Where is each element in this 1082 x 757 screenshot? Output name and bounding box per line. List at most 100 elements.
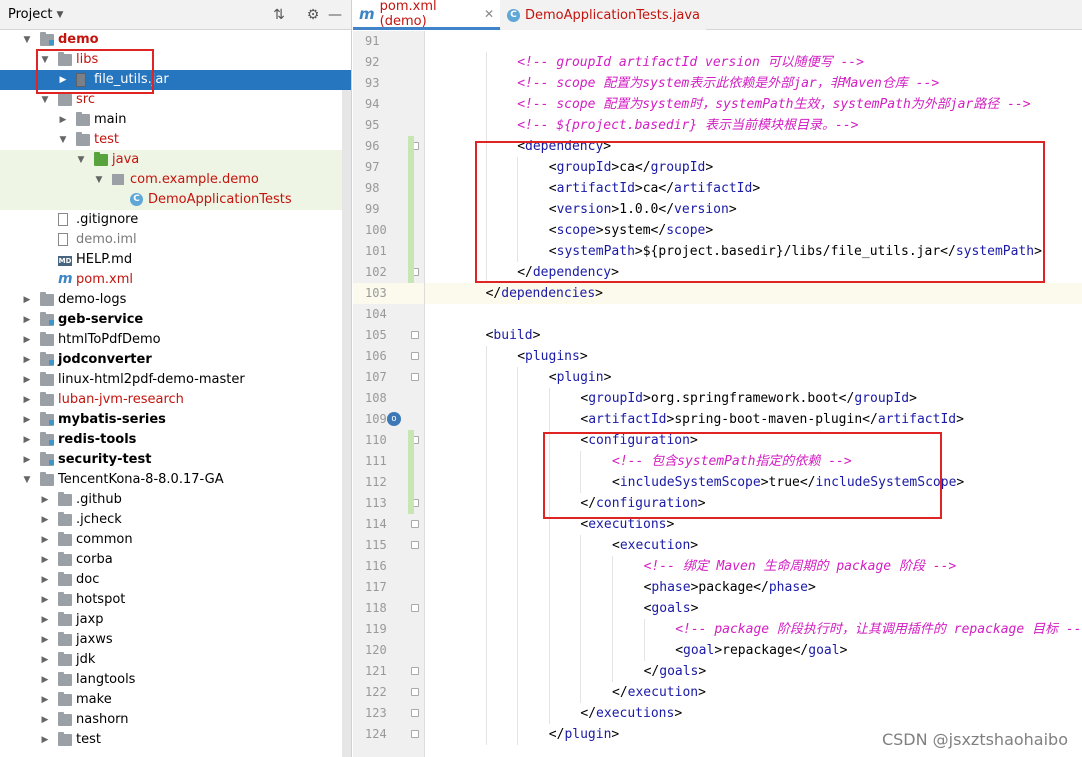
gutter-line[interactable]: 121 [353, 661, 424, 682]
tree-item[interactable]: ▶ common [0, 530, 351, 550]
tree-item[interactable]: ▶ doc [0, 570, 351, 590]
code-line[interactable]: <configuration> [425, 430, 1082, 451]
chevron-right-icon[interactable]: ▶ [39, 530, 51, 550]
chevron-right-icon[interactable]: ▶ [39, 670, 51, 690]
code-line[interactable]: <groupId>ca</groupId> [425, 157, 1082, 178]
code-editor[interactable]: <!-- groupId artifactId version 可以随便写 --… [425, 31, 1082, 757]
chevron-right-icon[interactable]: ▶ [39, 510, 51, 530]
tree-item[interactable]: m pom.xml [0, 270, 351, 290]
gutter-line[interactable]: 92 [353, 52, 424, 73]
tree-item[interactable]: ▼ java [0, 150, 351, 170]
tree-item[interactable]: ▶ mybatis-series [0, 410, 351, 430]
chevron-right-icon[interactable]: ▶ [21, 330, 33, 350]
code-line[interactable] [425, 31, 1082, 52]
code-line[interactable]: </execution> [425, 682, 1082, 703]
tree-item[interactable]: ▶ jodconverter [0, 350, 351, 370]
chevron-right-icon[interactable]: ▶ [21, 310, 33, 330]
tree-item[interactable]: .gitignore [0, 210, 351, 230]
tab-pom-xml[interactable]: m pom.xml (demo) ✕ [353, 0, 500, 30]
tree-item[interactable]: ▶ make [0, 690, 351, 710]
fold-toggle-icon[interactable] [411, 604, 419, 612]
gutter-line[interactable]: 107 [353, 367, 424, 388]
tree-item[interactable]: ▼ test [0, 130, 351, 150]
code-line[interactable]: </executions> [425, 703, 1082, 724]
tree-item[interactable]: ▼ TencentKona-8-8.0.17-GA [0, 470, 351, 490]
chevron-down-icon[interactable]: ▼ [21, 30, 33, 50]
code-line[interactable]: <!-- scope 配置为system表示此依赖是外部jar，非Maven仓库… [425, 73, 1082, 94]
tree-item[interactable]: ▶ demo-logs [0, 290, 351, 310]
code-line[interactable]: <!-- 包含systemPath指定的依赖 --> [425, 451, 1082, 472]
project-view-selector[interactable]: Project ▼ [8, 7, 63, 22]
code-line[interactable]: </dependencies> [425, 283, 1082, 304]
fold-toggle-icon[interactable] [411, 688, 419, 696]
code-line[interactable]: <!-- ${project.basedir} 表示当前模块根目录。--> [425, 115, 1082, 136]
gutter-line[interactable]: 123 [353, 703, 424, 724]
tree-item[interactable]: ▶ geb-service [0, 310, 351, 330]
tree-item[interactable]: ▶ langtools [0, 670, 351, 690]
tree-item[interactable]: ▶ jaxp [0, 610, 351, 630]
project-tree-scrollbar[interactable] [342, 90, 351, 757]
chevron-right-icon[interactable]: ▶ [39, 550, 51, 570]
code-line[interactable]: <plugins> [425, 346, 1082, 367]
chevron-right-icon[interactable]: ▶ [21, 410, 33, 430]
gutter-line[interactable]: 122 [353, 682, 424, 703]
chevron-right-icon[interactable]: ▶ [39, 650, 51, 670]
code-line[interactable]: <!-- package 阶段执行时，让其调用插件的 repackage 目标 … [425, 619, 1082, 640]
gear-icon[interactable]: ⚙ [304, 6, 322, 24]
code-line[interactable]: <groupId>org.springframework.boot</group… [425, 388, 1082, 409]
gutter-line[interactable]: 116 [353, 556, 424, 577]
code-line[interactable]: <executions> [425, 514, 1082, 535]
code-line[interactable]: </dependency> [425, 262, 1082, 283]
gutter-line[interactable]: 108 [353, 388, 424, 409]
chevron-down-icon[interactable]: ▼ [93, 170, 105, 190]
chevron-right-icon[interactable]: ▶ [39, 570, 51, 590]
fold-toggle-icon[interactable] [411, 541, 419, 549]
chevron-right-icon[interactable]: ▶ [39, 690, 51, 710]
tree-item[interactable]: ▶ test [0, 730, 351, 750]
code-line[interactable]: </configuration> [425, 493, 1082, 514]
fold-toggle-icon[interactable] [411, 352, 419, 360]
tree-item[interactable]: demo.iml [0, 230, 351, 250]
chevron-right-icon[interactable]: ▶ [57, 70, 69, 90]
code-line[interactable]: <!-- scope 配置为system时，systemPath生效，syste… [425, 94, 1082, 115]
code-line[interactable]: </goals> [425, 661, 1082, 682]
close-icon[interactable]: ✕ [484, 7, 494, 21]
code-line[interactable]: <plugin> [425, 367, 1082, 388]
tree-item[interactable]: ▶ linux-html2pdf-demo-master [0, 370, 351, 390]
tree-item[interactable]: ▶ redis-tools [0, 430, 351, 450]
tree-item[interactable]: C DemoApplicationTests [0, 190, 351, 210]
chevron-right-icon[interactable]: ▶ [39, 630, 51, 650]
tree-item[interactable]: ▶ file_utils.jar [0, 70, 351, 90]
gutter-line[interactable]: 106 [353, 346, 424, 367]
code-line[interactable]: <goal>repackage</goal> [425, 640, 1082, 661]
gutter-line[interactable]: 94 [353, 94, 424, 115]
chevron-right-icon[interactable]: ▶ [21, 390, 33, 410]
gutter-line[interactable]: 103 [353, 283, 424, 304]
tree-item[interactable]: ▶ main [0, 110, 351, 130]
fold-toggle-icon[interactable] [411, 520, 419, 528]
fold-toggle-icon[interactable] [411, 373, 419, 381]
gutter-line[interactable]: 91 [353, 31, 424, 52]
chevron-right-icon[interactable]: ▶ [39, 710, 51, 730]
gutter-line[interactable]: 104 [353, 304, 424, 325]
tree-item[interactable]: ▶ htmlToPdfDemo [0, 330, 351, 350]
code-line[interactable]: <build> [425, 325, 1082, 346]
chevron-right-icon[interactable]: ▶ [57, 110, 69, 130]
tree-item[interactable]: ▶ .github [0, 490, 351, 510]
code-line[interactable]: <systemPath>${project.basedir}/libs/file… [425, 241, 1082, 262]
code-line[interactable]: <phase>package</phase> [425, 577, 1082, 598]
code-line[interactable]: <goals> [425, 598, 1082, 619]
tree-item[interactable]: ▶ nashorn [0, 710, 351, 730]
maven-goal-icon[interactable]: o [387, 412, 401, 426]
chevron-right-icon[interactable]: ▶ [21, 450, 33, 470]
tree-item[interactable]: ▶ hotspot [0, 590, 351, 610]
fold-toggle-icon[interactable] [411, 709, 419, 717]
gutter-line[interactable]: 120 [353, 640, 424, 661]
chevron-right-icon[interactable]: ▶ [21, 290, 33, 310]
tree-item[interactable]: ▼ com.example.demo [0, 170, 351, 190]
fold-toggle-icon[interactable] [411, 331, 419, 339]
chevron-right-icon[interactable]: ▶ [39, 610, 51, 630]
chevron-down-icon[interactable]: ▼ [39, 90, 51, 110]
tree-item[interactable]: MD HELP.md [0, 250, 351, 270]
tree-item[interactable]: ▶ jaxws [0, 630, 351, 650]
